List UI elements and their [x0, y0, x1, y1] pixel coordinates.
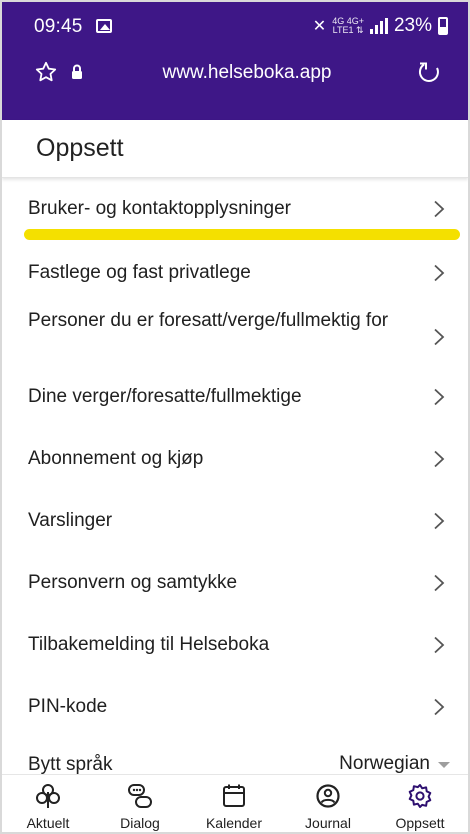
signal-icon	[369, 18, 388, 34]
journal-icon	[316, 784, 340, 808]
menu-item-label: PIN-kode	[28, 696, 108, 717]
nav-aktuelt[interactable]: Aktuelt	[2, 775, 94, 832]
menu-item-notifications[interactable]: Varslinger	[2, 500, 468, 540]
reload-icon[interactable]	[416, 59, 442, 85]
mute-icon: ✕	[312, 18, 327, 35]
nav-dialog[interactable]: Dialog	[94, 775, 186, 832]
battery-icon	[438, 17, 448, 35]
network-type-bottom: LTE1 ⇅	[332, 25, 364, 35]
chevron-right-icon	[434, 200, 445, 218]
page-header: Oppsett	[2, 120, 468, 178]
aktuelt-icon	[36, 784, 60, 808]
nav-label: Aktuelt	[26, 815, 70, 831]
menu-item-gp[interactable]: Fastlege og fast privatlege	[2, 252, 468, 292]
menu-item-label: Tilbakemelding til Helseboka	[28, 634, 270, 655]
nav-label: Journal	[305, 815, 351, 831]
nav-journal[interactable]: Journal	[282, 775, 374, 832]
gear-icon	[408, 784, 432, 808]
menu-item-label: Fastlege og fast privatlege	[28, 262, 251, 283]
menu-item-privacy[interactable]: Personvern og samtykke	[2, 562, 468, 602]
nav-label: Dialog	[120, 815, 160, 831]
nav-label: Oppsett	[395, 815, 445, 831]
star-icon[interactable]	[34, 60, 58, 84]
menu-item-label: Personvern og samtykke	[28, 572, 238, 593]
chevron-right-icon	[434, 698, 445, 716]
status-time: 09:45	[34, 16, 83, 37]
menu-item-guardian-of[interactable]: Personer du er foresatt/verge/fullmektig…	[2, 306, 468, 362]
menu-item-subscription[interactable]: Abonnement og kjøp	[2, 438, 468, 478]
nav-oppsett[interactable]: Oppsett	[374, 775, 466, 832]
status-right: ✕ 4G 4G+ LTE1 ⇅ 23%	[313, 14, 448, 38]
chevron-right-icon	[434, 388, 445, 406]
url-bar: www.helseboka.app	[2, 50, 468, 106]
bottom-navigation: Aktuelt Dialog Kalender Journal Oppsett	[2, 774, 468, 832]
image-notification-icon	[96, 19, 112, 33]
yellow-highlight-mark	[24, 229, 460, 240]
language-select-value[interactable]: Norwegian	[339, 753, 430, 775]
menu-item-feedback[interactable]: Tilbakemelding til Helseboka	[2, 624, 468, 664]
url-text[interactable]: www.helseboka.app	[142, 62, 352, 84]
chevron-right-icon	[434, 328, 445, 346]
menu-item-label: Dine verger/foresatte/fullmektige	[28, 386, 302, 407]
menu-item-user-contact[interactable]: Bruker- og kontaktopplysninger	[2, 188, 468, 228]
menu-item-label: Bruker- og kontaktopplysninger	[28, 198, 291, 219]
battery-level: 23%	[393, 15, 432, 36]
chevron-right-icon	[434, 450, 445, 468]
chevron-right-icon	[434, 636, 445, 654]
status-bar: 09:45 ✕ 4G 4G+ LTE1 ⇅ 23%	[2, 2, 468, 50]
page-title: Oppsett	[36, 134, 124, 162]
chevron-right-icon	[434, 574, 445, 592]
menu-item-label: Varslinger	[28, 510, 113, 531]
lock-icon	[72, 64, 82, 79]
nav-kalender[interactable]: Kalender	[188, 775, 280, 832]
nav-label: Kalender	[205, 815, 263, 831]
menu-item-pin[interactable]: PIN-kode	[2, 686, 468, 726]
dropdown-caret-icon	[438, 762, 450, 768]
menu-item-label: Personer du er foresatt/verge/fullmektig…	[28, 310, 389, 331]
browser-chrome: 09:45 ✕ 4G 4G+ LTE1 ⇅ 23% www.helseboka.…	[2, 2, 468, 120]
phone-screen: 09:45 ✕ 4G 4G+ LTE1 ⇅ 23% www.helseboka.…	[0, 0, 470, 834]
chevron-right-icon	[434, 512, 445, 530]
chevron-right-icon	[434, 264, 445, 282]
network-type: 4G 4G+ LTE1 ⇅	[332, 17, 364, 35]
calendar-icon	[223, 784, 245, 807]
menu-item-your-guardians[interactable]: Dine verger/foresatte/fullmektige	[2, 376, 468, 416]
menu-item-label: Abonnement og kjøp	[28, 448, 204, 469]
dialog-icon	[128, 784, 152, 808]
